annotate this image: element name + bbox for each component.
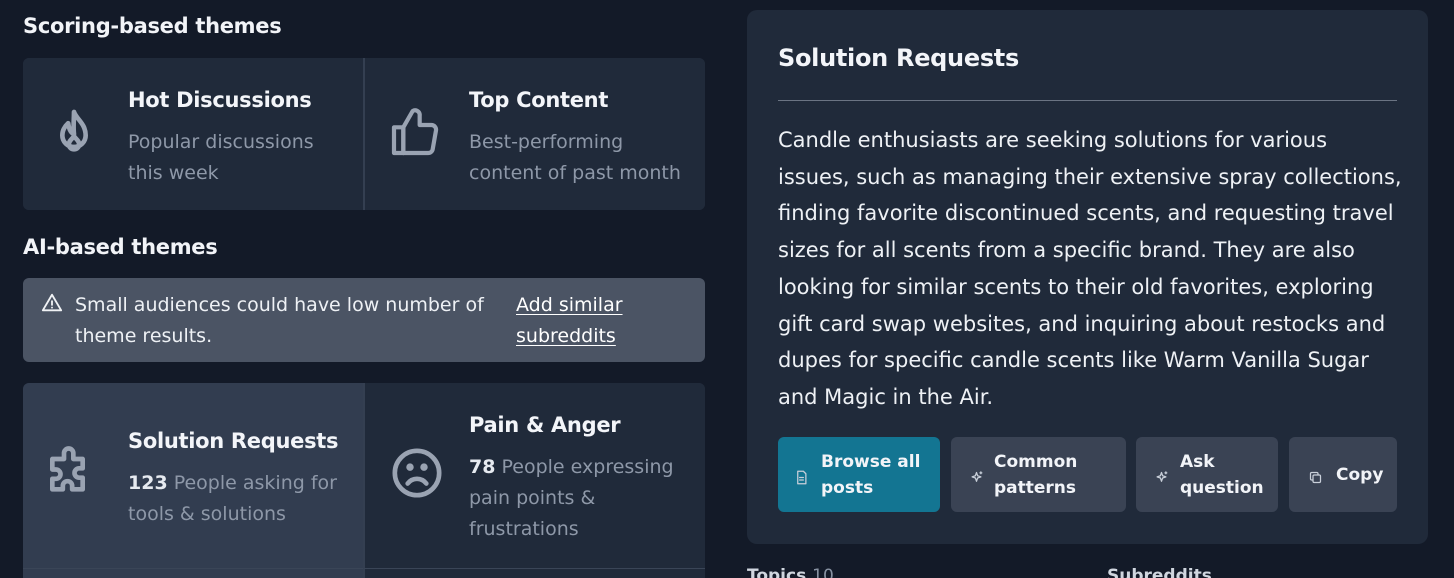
sparkle-icon <box>1154 467 1169 482</box>
panel-summary: Candle enthusiasts are seeking solutions… <box>778 128 1402 409</box>
topics-label: Topics <box>747 566 807 578</box>
ask-question-button[interactable]: Ask question <box>1136 437 1278 512</box>
theme-card-partial[interactable] <box>23 568 363 578</box>
more-theme-cards <box>23 568 705 578</box>
thumbs-up-icon <box>387 104 443 160</box>
button-label: Browse all posts <box>821 452 921 498</box>
theme-title: Hot Discussions <box>128 88 312 112</box>
theme-card-solution-requests[interactable]: Solution Requests 123 People asking for … <box>23 383 363 568</box>
theme-card-pain-anger[interactable]: Pain & Anger 78 People expressing pain p… <box>363 383 705 568</box>
browse-all-posts-button[interactable]: Browse all posts <box>778 437 940 512</box>
common-patterns-button[interactable]: Common patterns <box>951 437 1126 512</box>
flame-icon <box>46 105 102 161</box>
button-label: Copy <box>1336 465 1384 485</box>
puzzle-icon <box>43 445 99 501</box>
people-count: 123 <box>128 472 168 494</box>
ai-themes-row: Solution Requests 123 People asking for … <box>23 383 705 568</box>
theme-detail-panel: Solution Requests Candle enthusiasts are… <box>747 10 1428 544</box>
document-icon <box>794 467 809 485</box>
theme-description: Best-performing content of past month <box>469 131 681 184</box>
theme-description: Popular discussions this week <box>128 131 314 184</box>
subreddits-tab[interactable]: Subreddits <box>1107 566 1212 578</box>
sparkle-icon <box>969 467 984 482</box>
topics-tab[interactable]: Topics 10 <box>747 566 834 578</box>
copy-button[interactable]: Copy <box>1289 437 1397 512</box>
button-label: Common patterns <box>994 452 1078 498</box>
small-audience-warning: Small audiences could have low number of… <box>23 278 705 362</box>
button-label: Ask question <box>1180 452 1264 498</box>
theme-card-top-content[interactable]: Top Content Best-performing content of p… <box>363 58 705 210</box>
subreddits-label: Subreddits <box>1107 566 1212 578</box>
topics-count: 10 <box>812 566 834 578</box>
panel-divider <box>778 100 1397 101</box>
add-similar-subreddits-link[interactable]: Add similar subreddits <box>516 290 666 352</box>
theme-description-text: People expressing pain points & frustrat… <box>469 456 674 540</box>
scoring-themes-row: Hot Discussions Popular discussions this… <box>23 58 705 210</box>
theme-description: 123 People asking for tools & solutions <box>128 468 348 530</box>
theme-title: Solution Requests <box>128 429 339 453</box>
people-count: 78 <box>469 456 496 478</box>
theme-title: Pain & Anger <box>469 413 621 437</box>
copy-icon <box>1308 467 1323 484</box>
theme-card-hot-discussions[interactable]: Hot Discussions Popular discussions this… <box>23 58 363 210</box>
ai-themes-heading: AI-based themes <box>23 235 218 259</box>
warning-triangle-icon <box>41 292 63 314</box>
scoring-themes-heading: Scoring-based themes <box>23 14 282 38</box>
sad-face-icon <box>389 445 445 501</box>
theme-description: 78 People expressing pain points & frust… <box>469 452 689 545</box>
theme-card-partial[interactable] <box>363 568 705 578</box>
panel-title: Solution Requests <box>778 44 1019 72</box>
theme-title: Top Content <box>469 88 609 112</box>
warning-text: Small audiences could have low number of… <box>75 294 484 347</box>
